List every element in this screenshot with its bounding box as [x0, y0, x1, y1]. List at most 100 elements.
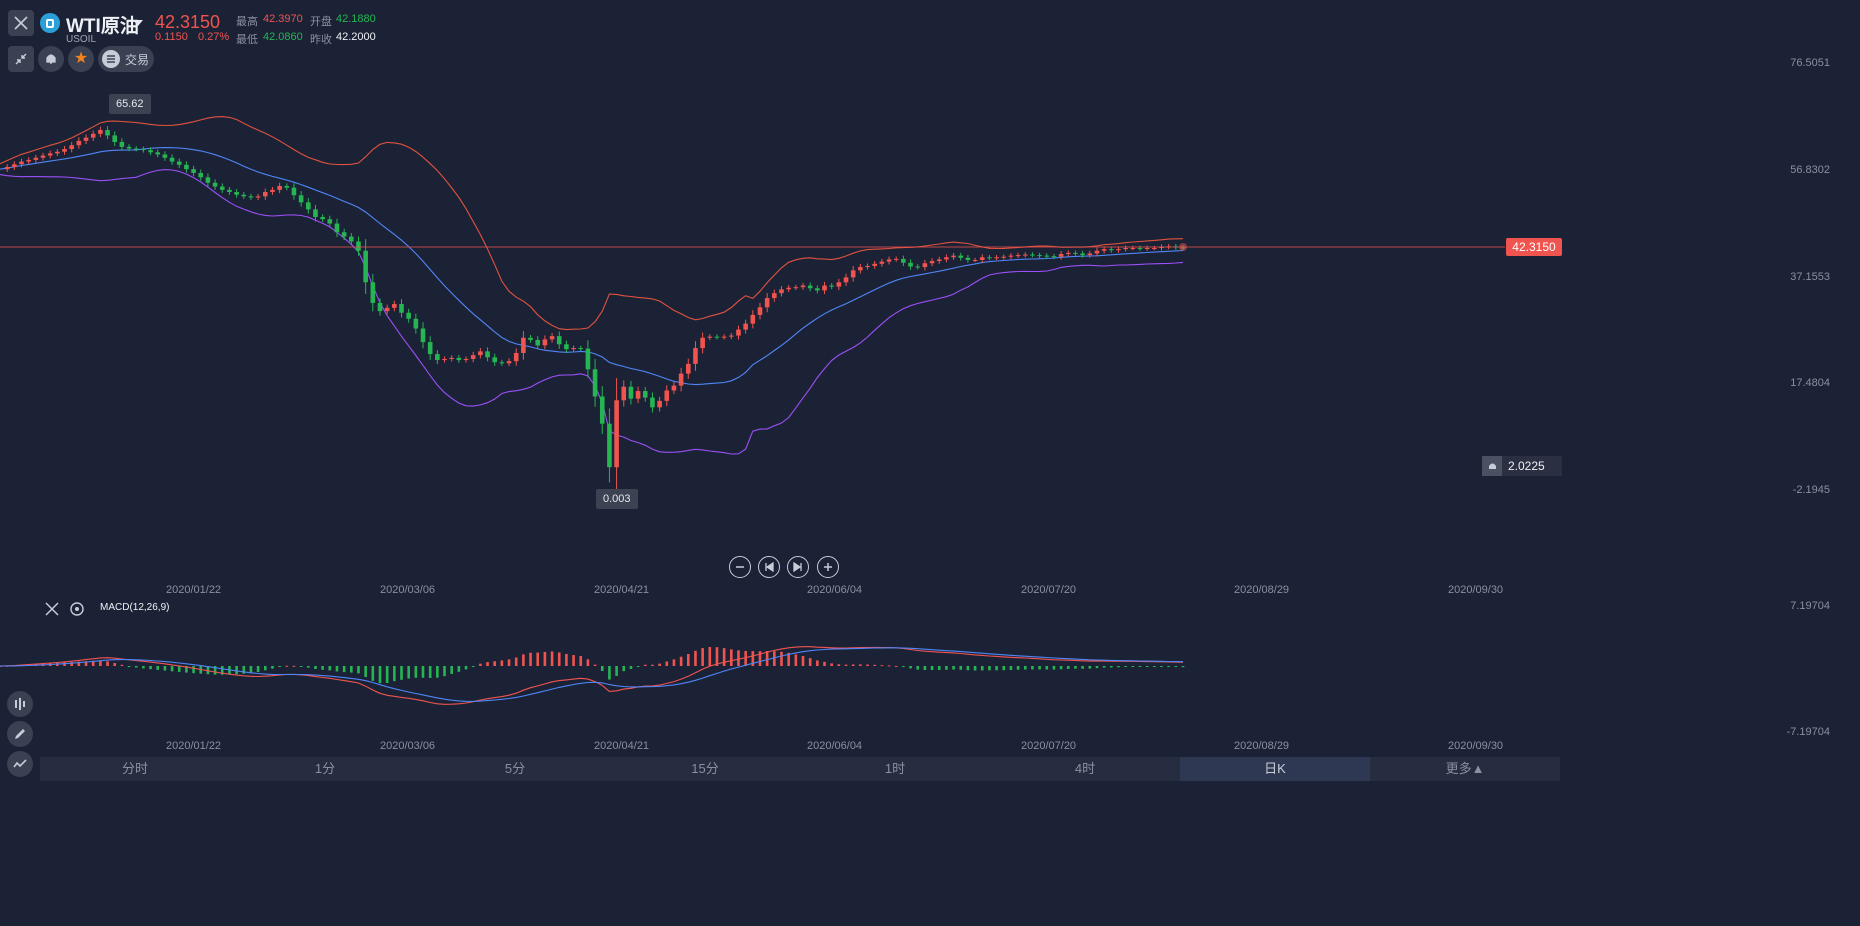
macd-histogram-bar — [314, 666, 317, 670]
macd-histogram-bar — [586, 659, 590, 666]
timeframe-tab[interactable]: 15分 — [610, 757, 800, 781]
macd-histogram-bar — [1059, 666, 1063, 670]
macd-histogram-bar — [600, 666, 604, 671]
macd-histogram-bar — [493, 661, 497, 666]
macd-histogram-bar — [995, 666, 998, 671]
macd-histogram-bar — [1167, 666, 1170, 667]
macd-histogram-bar — [916, 666, 920, 670]
macd-y-bottom: -7.19704 — [1786, 726, 1830, 738]
macd-histogram-bar — [507, 659, 511, 666]
timeframe-tab-active[interactable]: 日K — [1180, 757, 1370, 781]
macd-histogram-bar — [973, 666, 977, 671]
timeframe-tab[interactable]: 4时 — [990, 757, 1180, 781]
macd-histogram-bar — [830, 663, 833, 666]
macd-histogram-bar — [966, 666, 970, 671]
macd-histogram-bar — [694, 650, 697, 666]
macd-histogram-bar — [364, 666, 367, 677]
macd-histogram-bar — [658, 663, 661, 666]
macd-histogram-bar — [278, 666, 281, 667]
macd-histogram-bar — [350, 666, 353, 673]
macd-x-tick: 2020/08/29 — [1234, 740, 1290, 752]
draw-tool-button[interactable] — [7, 721, 33, 747]
macd-histogram-bar — [486, 662, 489, 666]
macd-histogram-bar — [823, 661, 826, 666]
macd-histogram-bar — [149, 666, 152, 670]
macd-histogram-bar — [1023, 666, 1027, 670]
macd-chart[interactable] — [0, 0, 1860, 926]
macd-histogram-bar — [1095, 666, 1099, 669]
macd-dea-line — [0, 647, 1184, 702]
macd-histogram-bar — [902, 666, 905, 668]
macd-histogram-bar — [1074, 666, 1077, 669]
macd-histogram-bar — [342, 666, 346, 673]
macd-histogram-bar — [263, 666, 267, 671]
more-timeframes-button[interactable]: 更多▲ — [1370, 757, 1560, 781]
indicators-button[interactable] — [7, 691, 33, 717]
macd-histogram-bar — [708, 647, 712, 666]
macd-histogram-bar — [593, 664, 597, 666]
macd-histogram-bar — [923, 666, 927, 670]
macd-histogram-bar — [715, 647, 719, 666]
macd-histogram-bar — [636, 666, 640, 667]
macd-histogram-bar — [773, 651, 776, 666]
macd-histogram-bar — [500, 660, 504, 666]
macd-histogram-bar — [780, 651, 783, 666]
analysis-button[interactable] — [7, 751, 33, 777]
macd-histogram-bar — [959, 666, 963, 670]
macd-histogram-bar — [385, 666, 389, 683]
macd-histogram-bar — [1117, 666, 1120, 668]
macd-histogram-bar — [1066, 666, 1070, 669]
macd-histogram-bar — [479, 663, 482, 666]
timeframe-tab[interactable]: 1时 — [800, 757, 990, 781]
macd-histogram-bar — [400, 666, 403, 680]
macd-histogram-bar — [242, 666, 246, 674]
timeframe-bar: 分时 1分 5分 15分 1时 4时 日K 更多▲ — [40, 757, 1560, 781]
line-chart-icon — [13, 759, 27, 768]
macd-histogram-bar — [1145, 666, 1149, 668]
timeframe-tab[interactable]: 5分 — [420, 757, 610, 781]
macd-histogram-bar — [106, 661, 109, 666]
timeframe-tab[interactable]: 分时 — [40, 757, 230, 781]
macd-x-tick: 2020/04/21 — [594, 740, 650, 752]
macd-histogram-bar — [1124, 666, 1127, 668]
macd-histogram-bar — [988, 666, 991, 671]
macd-x-tick: 2020/09/30 — [1448, 740, 1504, 752]
macd-histogram-bar — [192, 666, 195, 674]
macd-histogram-bar — [522, 654, 525, 666]
macd-histogram-bar — [321, 666, 324, 670]
macd-histogram-bar — [378, 666, 382, 684]
timeframe-tab[interactable]: 1分 — [230, 757, 420, 781]
macd-histogram-bar — [536, 652, 540, 666]
macd-histogram-bar — [271, 666, 274, 669]
macd-histogram-bar — [256, 666, 260, 672]
macd-histogram-bar — [651, 664, 654, 666]
macd-histogram-bar — [622, 666, 626, 672]
macd-histogram-bar — [134, 666, 138, 668]
macd-histogram-bar — [837, 664, 841, 666]
macd-histogram-bar — [686, 654, 690, 666]
macd-histogram-bar — [393, 666, 396, 682]
macd-histogram-bar — [1153, 666, 1156, 668]
macd-histogram-bar — [543, 651, 547, 666]
macd-histogram-bar — [299, 666, 303, 667]
macd-histogram-bar — [1002, 666, 1006, 671]
macd-histogram-bar — [529, 652, 532, 666]
macd-histogram-bar — [844, 664, 848, 666]
macd-histogram-bar — [471, 666, 475, 667]
macd-histogram-bar — [113, 662, 117, 666]
macd-histogram-bar — [930, 666, 934, 671]
macd-histogram-bar — [414, 666, 418, 678]
macd-histogram-bar — [744, 650, 747, 666]
macd-histogram-bar — [371, 666, 375, 681]
macd-histogram-bar — [156, 666, 160, 670]
macd-histogram-bar — [550, 651, 554, 666]
macd-histogram-bar — [163, 666, 167, 671]
macd-histogram-bar — [765, 650, 769, 666]
macd-histogram-bar — [249, 666, 253, 674]
macd-histogram-bar — [643, 664, 647, 666]
macd-histogram-bar — [701, 648, 704, 666]
macd-histogram-bar — [1038, 666, 1041, 670]
macd-histogram-bar — [557, 652, 561, 666]
macd-histogram-bar — [629, 666, 633, 669]
macd-histogram-bar — [1131, 666, 1135, 667]
